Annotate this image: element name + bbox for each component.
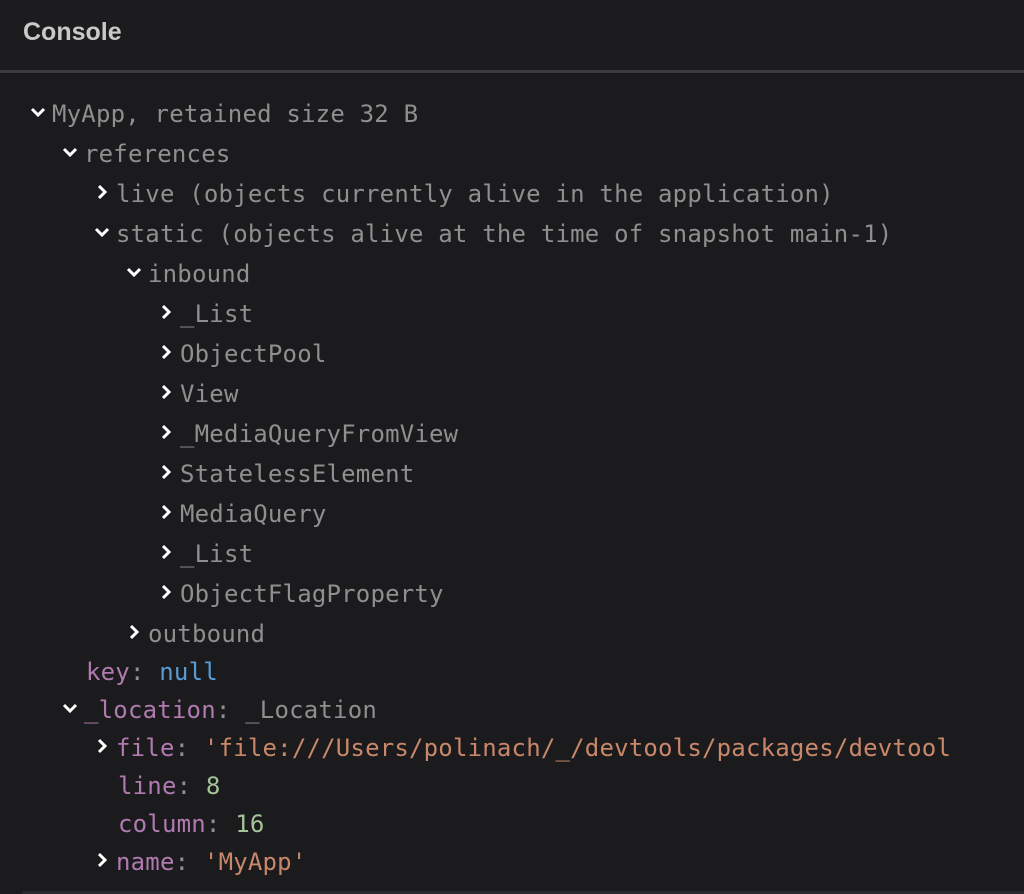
property-value: _Location [245, 696, 377, 724]
tree-node-root[interactable]: MyApp, retained size 32 B [28, 94, 418, 134]
chevron-right-icon[interactable] [92, 850, 112, 870]
tree-node-inbound-item[interactable]: ObjectFlagProperty [156, 574, 444, 614]
tree-node-inbound-item[interactable]: ObjectPool [156, 334, 327, 374]
node-label: live (objects currently alive in the app… [116, 180, 834, 208]
property-separator: : [174, 734, 204, 762]
node-label: View [180, 380, 239, 408]
tree-node-outbound[interactable]: outbound [124, 614, 265, 654]
tree-node-location[interactable]: _location: _Location [60, 690, 377, 730]
chevron-down-icon[interactable] [92, 222, 112, 242]
node-label: references [84, 140, 231, 168]
property-value: 8 [205, 772, 221, 800]
node-label: static (objects alive at the time of sna… [116, 220, 893, 248]
property-separator: : [129, 658, 160, 686]
node-label: _MediaQueryFromView [180, 420, 459, 448]
property-name: file [116, 734, 175, 762]
tree-node-static[interactable]: static (objects alive at the time of sna… [92, 214, 892, 254]
tree-node-inbound-item[interactable]: View [156, 374, 239, 414]
tree-node-file[interactable]: file: 'file:///Users/polinach/_/devtools… [92, 728, 951, 768]
property-name: _location [84, 696, 216, 724]
chevron-down-icon[interactable] [60, 698, 80, 718]
property-separator: : [176, 772, 206, 800]
tree-node-inbound-item[interactable]: StatelessElement [156, 454, 414, 494]
chevron-right-icon[interactable] [156, 382, 176, 402]
chevron-down-icon[interactable] [60, 142, 80, 162]
tree-node-inbound-item[interactable]: _List [156, 294, 253, 334]
chevron-right-icon[interactable] [156, 542, 176, 562]
node-label: _List [180, 300, 254, 328]
chevron-down-icon[interactable] [124, 262, 144, 282]
chevron-right-icon[interactable] [156, 462, 176, 482]
tree-node-name[interactable]: name: 'MyApp' [92, 842, 306, 882]
header-divider [0, 70, 1024, 73]
node-label: outbound [148, 620, 266, 648]
node-label: MediaQuery [180, 500, 327, 528]
tree-node-key: key: null [86, 652, 218, 692]
property-name: column [118, 810, 206, 838]
chevron-right-icon[interactable] [156, 422, 176, 442]
property-value: 'MyApp' [203, 848, 307, 876]
node-label: ObjectFlagProperty [180, 580, 444, 608]
chevron-right-icon[interactable] [92, 182, 112, 202]
chevron-right-icon[interactable] [156, 342, 176, 362]
tree-node-live[interactable]: live (objects currently alive in the app… [92, 174, 834, 214]
node-label: StatelessElement [180, 460, 415, 488]
chevron-down-icon[interactable] [28, 102, 48, 122]
tree-node-inbound-item[interactable]: MediaQuery [156, 494, 327, 534]
chevron-right-icon[interactable] [124, 622, 144, 642]
property-separator: : [174, 848, 204, 876]
console-header: Console [0, 0, 1024, 70]
node-label: MyApp, retained size 32 B [52, 100, 419, 128]
tree-node-inbound[interactable]: inbound [124, 254, 251, 294]
tree-node-column: column: 16 [118, 804, 265, 844]
chevron-right-icon[interactable] [156, 302, 176, 322]
console-title: Console [23, 18, 122, 46]
property-value: null [159, 658, 218, 686]
node-label: ObjectPool [180, 340, 327, 368]
property-value: 16 [235, 810, 265, 838]
tree-node-references[interactable]: references [60, 134, 231, 174]
node-label: _List [180, 540, 254, 568]
property-name: key [86, 658, 130, 686]
property-separator: : [215, 696, 246, 724]
property-separator: : [205, 810, 236, 838]
property-name: line [118, 772, 177, 800]
chevron-right-icon[interactable] [156, 502, 176, 522]
tree-node-line: line: 8 [118, 766, 221, 806]
tree-node-inbound-item[interactable]: _MediaQueryFromView [156, 414, 458, 454]
tree-node-inbound-item[interactable]: _List [156, 534, 253, 574]
property-value: 'file:///Users/polinach/_/devtools/packa… [203, 734, 952, 762]
chevron-right-icon[interactable] [156, 582, 176, 602]
chevron-right-icon[interactable] [92, 736, 112, 756]
property-name: name [116, 848, 175, 876]
node-label: inbound [148, 260, 251, 288]
